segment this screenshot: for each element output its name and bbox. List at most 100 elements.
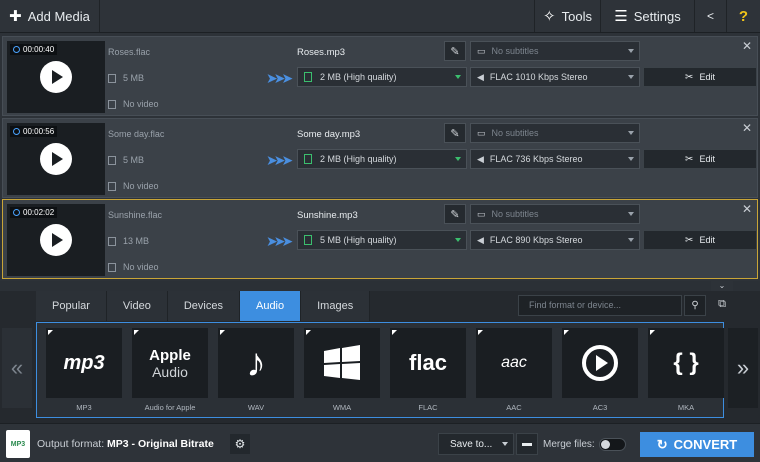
file-icon (304, 72, 312, 82)
close-icon[interactable]: ✕ (742, 121, 752, 135)
settings-label: Settings (633, 8, 681, 24)
refresh-icon: ↻ (656, 436, 668, 452)
search-button[interactable]: ⚲ (684, 295, 706, 316)
convert-arrows-icon: ➤➤➤ (266, 233, 293, 249)
play-circle-icon (562, 328, 638, 398)
format-caption: WAV (247, 403, 265, 412)
output-format-icon[interactable]: MP3 (6, 430, 30, 458)
audio-track-dropdown[interactable]: ◀ FLAC 1010 Kbps Stereo (470, 67, 640, 87)
settings-button[interactable]: ☰ Settings (600, 0, 694, 32)
subtitles-dropdown[interactable]: ▭ No subtitles (470, 204, 640, 224)
tab-images[interactable]: Images (301, 291, 371, 321)
output-size-dropdown[interactable]: 5 MB (High quality) (297, 230, 467, 250)
merge-files-toggle[interactable] (599, 438, 626, 451)
source-size-text: 13 MB (123, 236, 150, 246)
clock-icon (13, 128, 20, 135)
edit-button[interactable]: ✂ Edit (643, 230, 757, 250)
chevron-down-icon (628, 49, 634, 53)
output-size-text: 2 MB (High quality) (320, 154, 397, 164)
chevron-down-icon (628, 75, 634, 79)
output-file-name[interactable]: Some day.mp3 (297, 129, 360, 140)
format-item-wma[interactable]: WMA (304, 328, 380, 412)
help-button[interactable]: ? (726, 0, 760, 32)
file-row-selected[interactable]: 00:02:02 Sunshine.flac 13 MB No video ➤➤… (2, 199, 758, 279)
audio-track-dropdown[interactable]: ◀ FLAC 890 Kbps Stereo (470, 230, 640, 250)
help-label: ? (738, 7, 749, 25)
pencil-icon: ✎ (450, 127, 460, 140)
scroll-left-button[interactable]: « (2, 328, 32, 408)
save-to-dropdown[interactable]: Save to... (438, 433, 514, 455)
file-icon (108, 73, 116, 83)
share-button[interactable]: < (694, 0, 726, 32)
output-size-dropdown[interactable]: 2 MB (High quality) (297, 149, 467, 169)
thumbnail[interactable]: 00:00:40 (7, 41, 105, 113)
source-video-text: No video (123, 99, 159, 109)
tab-popular[interactable]: Popular (36, 291, 107, 321)
close-icon[interactable]: ✕ (742, 39, 752, 53)
scroll-right-button[interactable]: » (728, 328, 758, 408)
edit-label: Edit (699, 72, 715, 82)
speech-bubble-icon: ▭ (477, 45, 486, 56)
pencil-icon: ✎ (450, 45, 460, 58)
format-caption: AC3 (592, 403, 608, 412)
subtitles-dropdown[interactable]: ▭ No subtitles (470, 41, 640, 61)
play-icon[interactable] (40, 61, 72, 93)
format-item-aac[interactable]: aac AAC (476, 328, 552, 412)
speaker-icon: ◀ (477, 153, 484, 164)
source-file-name: Sunshine.flac (108, 210, 163, 220)
tools-button[interactable]: ✧ Tools (534, 0, 600, 32)
output-format-label[interactable]: Output format: MP3 - Original Bitrate (37, 438, 214, 450)
edit-button[interactable]: ✂ Edit (643, 67, 757, 87)
rename-button[interactable]: ✎ (444, 41, 466, 61)
format-item-ac3[interactable]: AC3 (562, 328, 638, 412)
format-item-flac[interactable]: flac FLAC (390, 328, 466, 412)
format-item-mp3[interactable]: mp3 MP3 (46, 328, 122, 412)
subtitles-text: No subtitles (491, 209, 539, 219)
gear-icon: ⚙ (234, 437, 246, 451)
edit-button[interactable]: ✂ Edit (643, 149, 757, 169)
subtitles-dropdown[interactable]: ▭ No subtitles (470, 123, 640, 143)
format-item-mka[interactable]: { } MKA (648, 328, 724, 412)
add-media-button[interactable]: ✚ Add Media (0, 0, 100, 32)
rename-button[interactable]: ✎ (444, 123, 466, 143)
detect-device-button[interactable]: ⧉ (711, 295, 733, 316)
source-video: No video (108, 181, 159, 191)
output-file-name[interactable]: Sunshine.mp3 (297, 210, 358, 221)
flac-logo-icon: flac (390, 328, 466, 398)
format-item-wav[interactable]: ♪ WAV (218, 328, 294, 412)
chevron-down-icon (628, 238, 634, 242)
chevron-down-icon (502, 442, 508, 446)
subtitles-text: No subtitles (491, 128, 539, 138)
tab-audio[interactable]: Audio (239, 291, 302, 321)
output-size-dropdown[interactable]: 2 MB (High quality) (297, 67, 467, 87)
source-size: 5 MB (108, 155, 144, 165)
audio-track-dropdown[interactable]: ◀ FLAC 736 Kbps Stereo (470, 149, 640, 169)
apple-logo-line1: Apple (149, 346, 191, 364)
add-media-label: Add Media (27, 8, 90, 24)
tab-video[interactable]: Video (106, 291, 168, 321)
source-size: 13 MB (108, 236, 149, 246)
tab-devices[interactable]: Devices (167, 291, 240, 321)
format-item-apple-audio[interactable]: Apple Audio Audio for Apple (132, 328, 208, 412)
menu-icon: ☰ (614, 8, 628, 25)
format-caption: MP3 (76, 403, 92, 412)
video-icon (108, 262, 116, 272)
format-caption: FLAC (418, 403, 438, 412)
file-row[interactable]: 00:00:56 Some day.flac 5 MB No video ➤➤➤… (2, 118, 758, 198)
play-icon[interactable] (40, 143, 72, 175)
rename-button[interactable]: ✎ (444, 204, 466, 224)
duration-badge: 00:00:56 (10, 126, 58, 137)
collapse-panel-button[interactable]: ⌄ (711, 281, 733, 291)
output-settings-button[interactable]: ⚙ (230, 434, 250, 454)
duration-badge: 00:00:40 (10, 44, 58, 55)
speech-bubble-icon: ▭ (477, 127, 486, 138)
output-file-name[interactable]: Roses.mp3 (297, 47, 345, 58)
open-folder-button[interactable]: ▬ (516, 433, 538, 455)
play-icon[interactable] (40, 224, 72, 256)
close-icon[interactable]: ✕ (742, 202, 752, 216)
file-row[interactable]: 00:00:40 Roses.flac 5 MB No video ➤➤➤ Ro… (2, 36, 758, 116)
convert-button[interactable]: ↻ CONVERT (640, 432, 754, 457)
thumbnail[interactable]: 00:02:02 (7, 204, 105, 276)
thumbnail[interactable]: 00:00:56 (7, 123, 105, 195)
format-search-input[interactable]: Find format or device... (518, 295, 682, 316)
